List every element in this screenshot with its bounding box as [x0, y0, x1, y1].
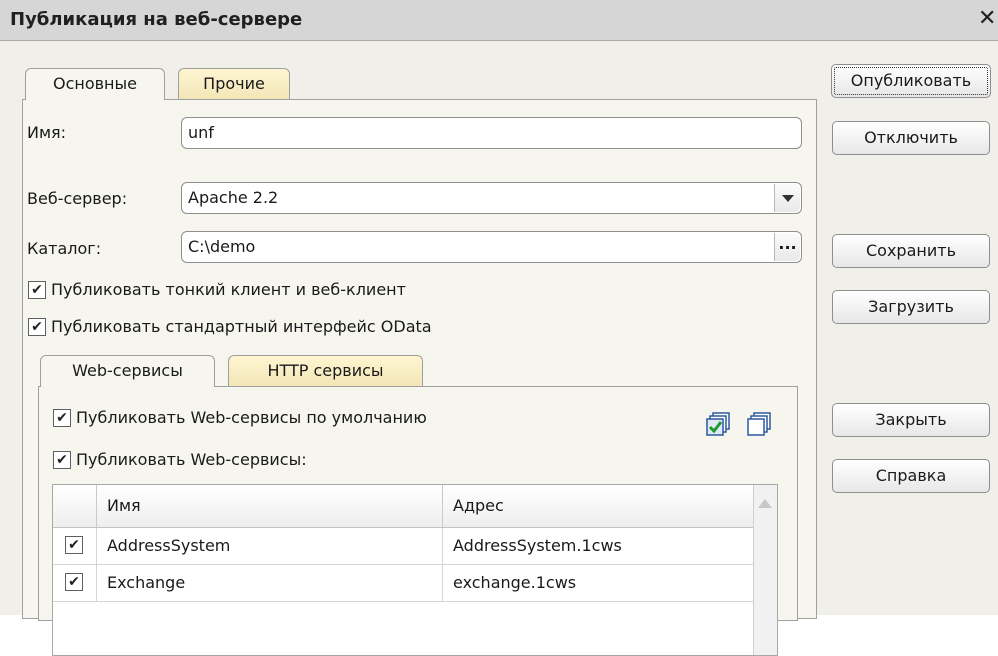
publish-services-label: Публиковать Web-сервисы: — [76, 450, 307, 469]
tab-other-label: Прочие — [203, 74, 265, 93]
table-scrollbar[interactable] — [753, 485, 777, 655]
publish-services-option[interactable]: ✔ Публиковать Web-сервисы: — [53, 449, 573, 473]
close-button[interactable]: Закрыть — [832, 403, 990, 437]
odata-label: Публиковать стандартный интерфейс OData — [51, 317, 432, 336]
odata-option[interactable]: ✔ Публиковать стандартный интерфейс ODat… — [28, 316, 588, 340]
header-name[interactable]: Имя — [97, 485, 443, 527]
row-check-cell: ✔ — [53, 528, 97, 564]
publish-services-checkbox[interactable]: ✔ — [53, 451, 71, 469]
tab-main-label: Основные — [52, 74, 137, 93]
chevron-down-icon — [781, 195, 794, 202]
check-all-icon[interactable] — [706, 412, 732, 438]
tab-other[interactable]: Прочие — [178, 68, 290, 100]
table-row[interactable]: ✔ AddressSystem AddressSystem.1cws — [53, 528, 753, 565]
row-checkbox[interactable]: ✔ — [65, 573, 83, 591]
row-address: exchange.1cws — [453, 573, 577, 592]
webserver-select-value: Apache 2.2 — [188, 188, 279, 207]
thin-client-label: Публиковать тонкий клиент и веб-клиент — [51, 280, 406, 299]
uncheck-all-icon[interactable] — [747, 412, 773, 438]
directory-input[interactable]: C:\demo ... — [181, 231, 802, 263]
window-title: Публикация на веб-сервере — [10, 9, 303, 30]
load-button[interactable]: Загрузить — [832, 290, 990, 324]
table-row[interactable]: ✔ Exchange exchange.1cws — [53, 565, 753, 602]
webserver-label: Веб-сервер: — [27, 189, 128, 208]
title-bar: Публикация на веб-сервере ✕ — [0, 0, 998, 41]
publish-button[interactable]: Опубликовать — [831, 64, 991, 98]
header-address[interactable]: Адрес — [443, 485, 753, 527]
default-services-checkbox[interactable]: ✔ — [53, 409, 71, 427]
row-name: AddressSystem — [97, 528, 443, 564]
tab-http-services-label: HTTP сервисы — [267, 361, 384, 380]
dropdown-button[interactable] — [774, 184, 800, 212]
row-check-cell: ✔ — [53, 565, 97, 601]
row-checkbox[interactable]: ✔ — [65, 536, 83, 554]
save-button[interactable]: Сохранить — [832, 234, 990, 268]
ellipsis-icon: ... — [778, 234, 797, 253]
row-name: Exchange — [97, 565, 443, 601]
odata-checkbox[interactable]: ✔ — [28, 318, 46, 336]
thin-client-option[interactable]: ✔ Публиковать тонкий клиент и веб-клиент — [28, 279, 588, 303]
thin-client-checkbox[interactable]: ✔ — [28, 281, 46, 299]
tab-main[interactable]: Основные — [25, 68, 165, 100]
help-button[interactable]: Справка — [832, 459, 990, 493]
directory-label: Каталог: — [27, 239, 102, 258]
close-icon[interactable]: ✕ — [978, 6, 998, 32]
browse-button[interactable]: ... — [774, 233, 800, 261]
default-services-label: Публиковать Web-сервисы по умолчанию — [76, 408, 427, 427]
dialog-body: Основные Прочие Имя: unf Веб-сервер: Apa… — [0, 41, 998, 656]
directory-input-value: C:\demo — [188, 237, 256, 256]
header-check-column — [53, 485, 97, 527]
tab-web-services-label: Web-сервисы — [72, 361, 183, 380]
tab-http-services[interactable]: HTTP сервисы — [228, 355, 423, 387]
default-services-option[interactable]: ✔ Публиковать Web-сервисы по умолчанию — [53, 407, 573, 431]
webserver-select[interactable]: Apache 2.2 — [181, 182, 802, 214]
tab-web-services[interactable]: Web-сервисы — [40, 355, 215, 387]
name-label: Имя: — [27, 123, 67, 142]
table-header: Имя Адрес — [53, 485, 753, 528]
disable-button[interactable]: Отключить — [832, 121, 990, 155]
web-services-table: Имя Адрес ✔ AddressSystem AddressSystem.… — [52, 484, 778, 656]
name-input-value: unf — [188, 123, 214, 142]
name-input[interactable]: unf — [181, 117, 802, 149]
row-address: AddressSystem.1cws — [453, 536, 622, 555]
scroll-up-icon[interactable] — [758, 499, 772, 508]
